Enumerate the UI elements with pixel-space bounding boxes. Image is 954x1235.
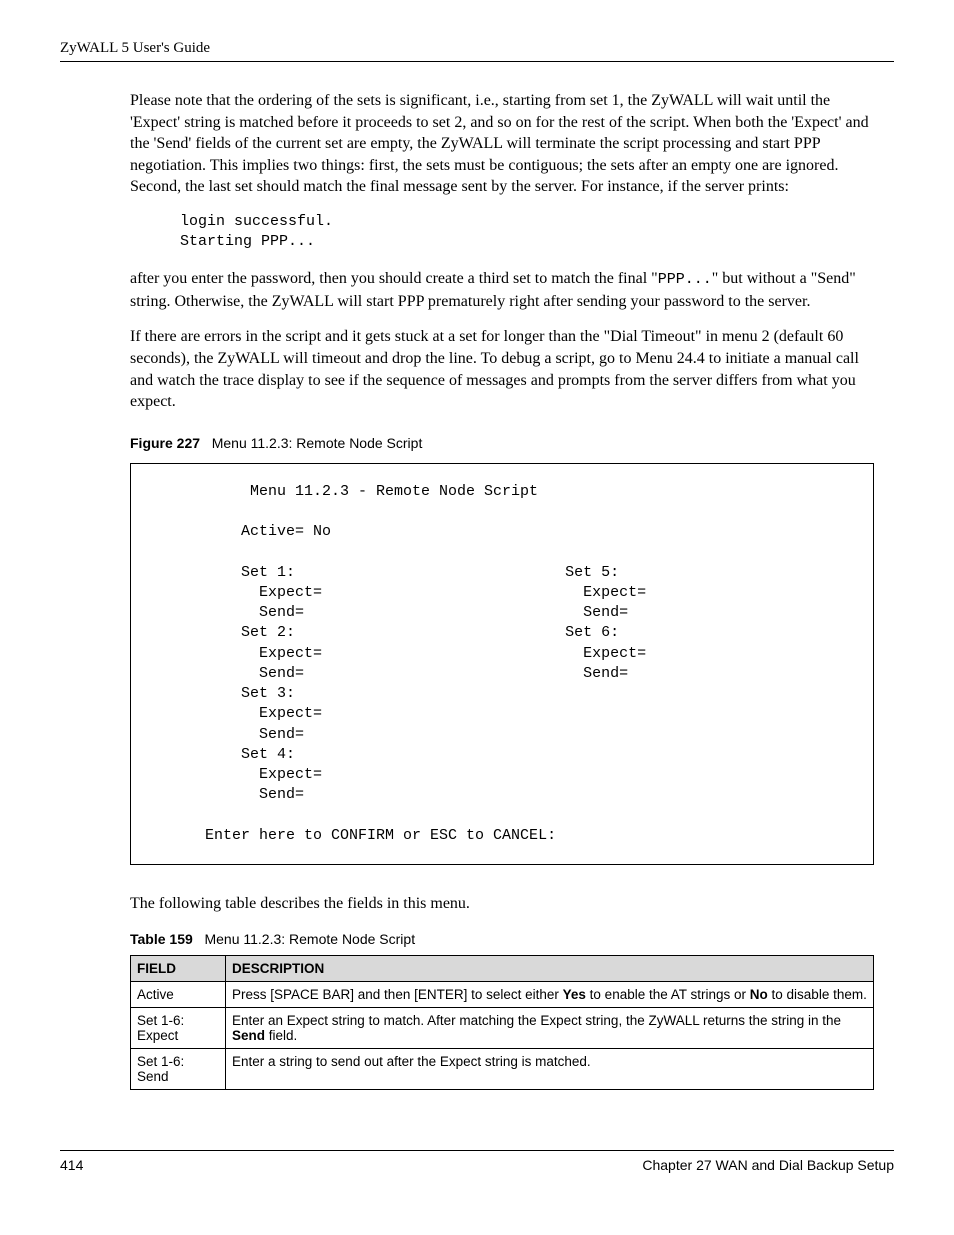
page-number: 414 (60, 1157, 83, 1173)
paragraph-1: Please note that the ordering of the set… (130, 90, 874, 198)
para2-mono: PPP... (658, 271, 712, 288)
table-row: Active Press [SPACE BAR] and then [ENTER… (131, 981, 874, 1007)
td-desc: Enter an Expect string to match. After m… (226, 1007, 874, 1048)
header-rule (60, 61, 894, 62)
table-row: Set 1-6: Send Enter a string to send out… (131, 1048, 874, 1089)
table-caption: Table 159 Menu 11.2.3: Remote Node Scrip… (130, 931, 874, 947)
figure-caption: Figure 227 Menu 11.2.3: Remote Node Scri… (130, 435, 874, 451)
paragraph-2: after you enter the password, then you s… (130, 268, 874, 312)
row0-a: Press [SPACE BAR] and then [ENTER] to se… (232, 987, 563, 1002)
th-desc: DESCRIPTION (226, 955, 874, 981)
figure-label: Figure 227 (130, 435, 200, 451)
description-table: FIELD DESCRIPTION Active Press [SPACE BA… (130, 955, 874, 1090)
td-desc: Enter a string to send out after the Exp… (226, 1048, 874, 1089)
td-desc: Press [SPACE BAR] and then [ENTER] to se… (226, 981, 874, 1007)
row0-c: to enable the AT strings or (586, 987, 750, 1002)
chapter-title: Chapter 27 WAN and Dial Backup Setup (642, 1157, 894, 1173)
row0-b1: Yes (563, 987, 586, 1002)
figure-caption-text: Menu 11.2.3: Remote Node Script (212, 435, 423, 451)
paragraph-4: The following table describes the fields… (130, 893, 874, 915)
table-header-row: FIELD DESCRIPTION (131, 955, 874, 981)
table-label: Table 159 (130, 931, 193, 947)
row1-a: Enter an Expect string to match. After m… (232, 1013, 841, 1028)
td-field: Set 1-6: Send (131, 1048, 226, 1089)
th-field: FIELD (131, 955, 226, 981)
page-footer: 414 Chapter 27 WAN and Dial Backup Setup (60, 1150, 894, 1173)
table-row: Set 1-6: Expect Enter an Expect string t… (131, 1007, 874, 1048)
page-content: Please note that the ordering of the set… (130, 90, 874, 1090)
row1-c: field. (265, 1028, 297, 1043)
table-caption-text: Menu 11.2.3: Remote Node Script (204, 931, 415, 947)
td-field: Active (131, 981, 226, 1007)
row0-b2: No (750, 987, 768, 1002)
row1-b1: Send (232, 1028, 265, 1043)
menu-box: Menu 11.2.3 - Remote Node Script Active=… (130, 463, 874, 866)
para2-a: after you enter the password, then you s… (130, 270, 658, 287)
td-field: Set 1-6: Expect (131, 1007, 226, 1048)
code-block-login: login successful. Starting PPP... (180, 212, 874, 253)
paragraph-3: If there are errors in the script and it… (130, 326, 874, 412)
row0-d: to disable them. (768, 987, 867, 1002)
running-header: ZyWALL 5 User's Guide (60, 40, 894, 57)
